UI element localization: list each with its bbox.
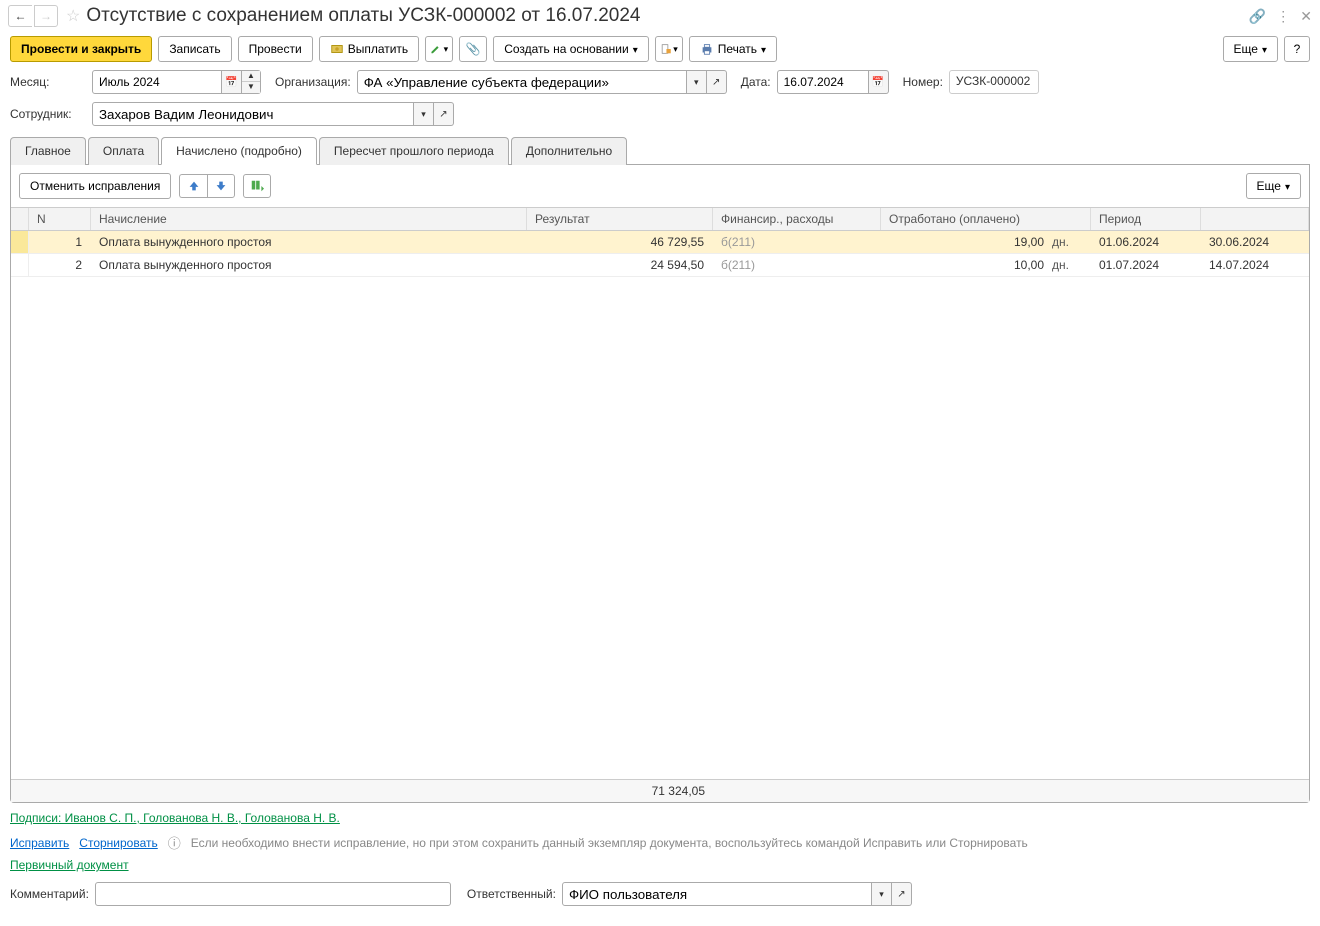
comment-label: Комментарий: [10, 887, 89, 901]
row-color-indicator [11, 254, 29, 276]
th-result[interactable]: Результат [527, 208, 713, 230]
more-button[interactable]: Еще [1223, 36, 1278, 62]
close-icon[interactable]: ✕ [1300, 8, 1312, 25]
employee-open-button[interactable]: ↗ [434, 102, 454, 126]
month-input[interactable] [92, 70, 222, 94]
date-label: Дата: [741, 75, 771, 89]
th-n[interactable]: N [29, 208, 91, 230]
employee-dropdown-button[interactable]: ▾ [414, 102, 434, 126]
nav-forward-button[interactable]: → [34, 5, 58, 27]
tab-accrued-detail[interactable]: Начислено (подробно) [161, 137, 317, 165]
pay-button[interactable]: Выплатить [319, 36, 420, 62]
number-value: УСЗК-000002 [949, 70, 1039, 94]
employee-input[interactable] [92, 102, 414, 126]
tab-main[interactable]: Главное [10, 137, 86, 165]
th-period[interactable]: Период [1091, 208, 1201, 230]
post-button[interactable]: Провести [238, 36, 313, 62]
responsible-input[interactable] [562, 882, 872, 906]
nav-back-button[interactable]: ← [8, 5, 32, 27]
post-and-close-button[interactable]: Провести и закрыть [10, 36, 152, 62]
table-row[interactable]: 2 Оплата вынужденного простоя 24 594,50 … [11, 254, 1309, 277]
comment-input[interactable] [95, 882, 451, 906]
th-fin[interactable]: Финансир., расходы [713, 208, 881, 230]
favorite-star-icon[interactable]: ☆ [66, 6, 80, 26]
arrow-up-icon [187, 179, 201, 193]
th-period2[interactable] [1201, 208, 1309, 230]
tab-recalc[interactable]: Пересчет прошлого периода [319, 137, 509, 165]
footer-total: 71 324,05 [527, 780, 713, 802]
th-worked[interactable]: Отработано (оплачено) [881, 208, 1091, 230]
tab-more-button[interactable]: Еще [1246, 173, 1301, 199]
table-header: N Начисление Результат Финансир., расход… [11, 207, 1309, 231]
month-up-button[interactable]: ▲ [242, 71, 260, 82]
th-name[interactable]: Начисление [91, 208, 527, 230]
link-icon[interactable]: 🔗 [1249, 8, 1266, 25]
fix-link[interactable]: Исправить [10, 836, 69, 850]
arrow-down-icon [214, 179, 228, 193]
table-footer: 71 324,05 [11, 779, 1309, 802]
date-input[interactable] [777, 70, 869, 94]
attach-button[interactable]: 📎 [459, 36, 487, 62]
responsible-label: Ответственный: [467, 887, 556, 901]
hint-text: Если необходимо внести исправление, но п… [191, 836, 1028, 850]
tabs-container: Главное Оплата Начислено (подробно) Пере… [10, 136, 1310, 165]
paperclip-icon: 📎 [466, 42, 481, 56]
org-input[interactable] [357, 70, 687, 94]
table-body: 1 Оплата вынужденного простоя 46 729,55 … [11, 231, 1309, 779]
help-button[interactable]: ? [1284, 36, 1310, 62]
org-dropdown-button[interactable]: ▾ [687, 70, 707, 94]
info-icon: ⓘ [168, 833, 181, 852]
columns-icon [250, 179, 264, 193]
org-open-button[interactable]: ↗ [707, 70, 727, 94]
record-button[interactable]: Записать [158, 36, 231, 62]
show-columns-button[interactable] [243, 174, 271, 198]
create-based-button[interactable]: Создать на основании [493, 36, 649, 62]
move-down-button[interactable] [207, 174, 235, 198]
org-label: Организация: [275, 75, 351, 89]
pay-icon [330, 42, 344, 56]
date-calendar-icon[interactable]: 📅 [869, 70, 889, 94]
highlight-button[interactable]: ▾ [425, 36, 453, 62]
reverse-link[interactable]: Сторнировать [79, 836, 157, 850]
tab-additional[interactable]: Дополнительно [511, 137, 627, 165]
printer-icon [700, 42, 714, 56]
more-vertical-icon[interactable]: ⋮ [1276, 8, 1290, 25]
cancel-fixes-button[interactable]: Отменить исправления [19, 173, 171, 199]
move-up-button[interactable] [179, 174, 207, 198]
pencil-icon [430, 42, 441, 56]
page-title: Отсутствие с сохранением оплаты УСЗК-000… [86, 5, 640, 27]
report-icon [660, 42, 671, 56]
responsible-dropdown-button[interactable]: ▾ [872, 882, 892, 906]
calendar-icon[interactable]: 📅 [222, 70, 242, 94]
responsible-open-button[interactable]: ↗ [892, 882, 912, 906]
signatures-link[interactable]: Подписи: Иванов С. П., Голованова Н. В.,… [10, 811, 340, 825]
month-label: Месяц: [10, 75, 86, 89]
print-button[interactable]: Печать [689, 36, 777, 62]
row-color-indicator [11, 231, 29, 253]
month-down-button[interactable]: ▼ [242, 82, 260, 93]
table-row[interactable]: 1 Оплата вынужденного простоя 46 729,55 … [11, 231, 1309, 254]
primary-doc-link[interactable]: Первичный документ [10, 858, 129, 872]
number-label: Номер: [903, 75, 943, 89]
report-button[interactable]: ▾ [655, 36, 683, 62]
tab-payment[interactable]: Оплата [88, 137, 159, 165]
employee-label: Сотрудник: [10, 107, 86, 121]
